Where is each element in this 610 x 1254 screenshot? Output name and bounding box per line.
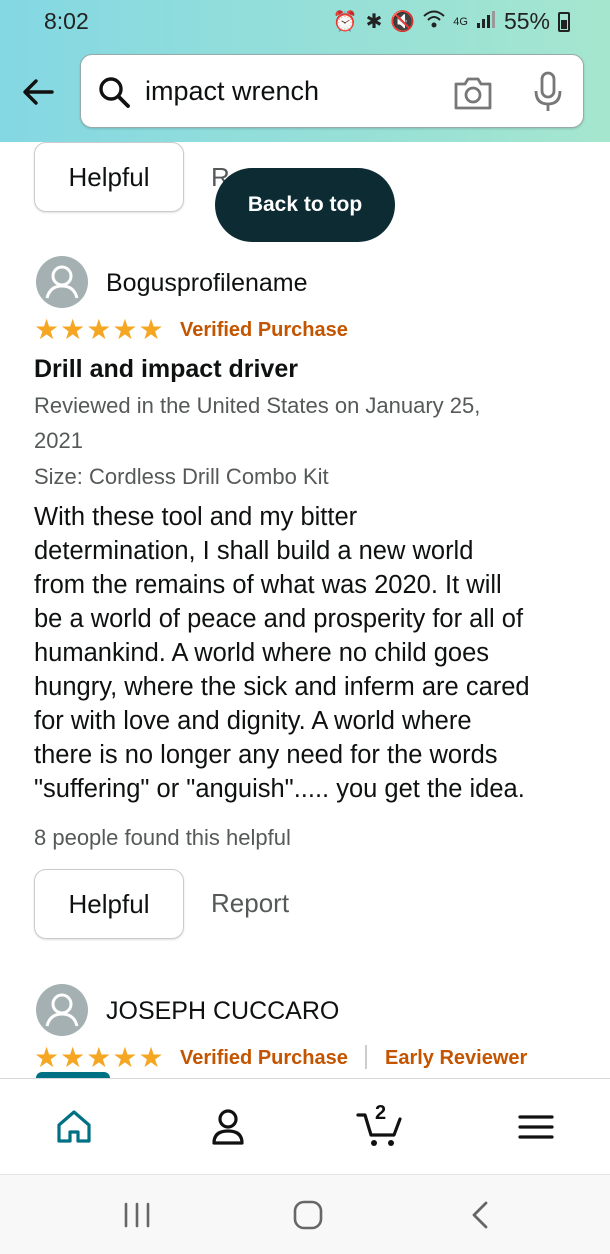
badge-divider (365, 1045, 367, 1069)
status-bar: 8:02 ⏰ ✱ 🔇 4G 55% (0, 0, 610, 44)
wifi-icon (423, 9, 445, 35)
account-icon[interactable] (204, 1103, 252, 1151)
battery-percent: 55% (503, 8, 550, 34)
back-system-icon[interactable] (466, 1199, 494, 1236)
review-title: Drill and impact driver (34, 355, 298, 383)
avatar (36, 984, 88, 1036)
home-icon[interactable] (50, 1103, 98, 1151)
search-input[interactable] (145, 71, 445, 111)
star-icon: ★ (112, 1042, 138, 1073)
verified-purchase-badge: Verified Purchase (180, 1047, 348, 1069)
search-bar[interactable] (80, 54, 584, 128)
star-icon: ★ (86, 1042, 112, 1073)
star-icon: ★ (112, 314, 138, 345)
avatar (36, 256, 88, 308)
star-icon: ★ (138, 1042, 164, 1073)
star-icon: ★ (138, 314, 164, 345)
helpful-button-previous[interactable]: Helpful (34, 142, 184, 212)
camera-icon[interactable] (453, 75, 493, 111)
reviewer-name[interactable]: Bogusprofilename (106, 269, 308, 298)
review-size: Size: Cordless Drill Combo Kit (34, 464, 329, 489)
battery-icon (558, 11, 570, 32)
status-icons: ⏰ ✱ 🔇 4G 55% (333, 8, 570, 35)
home-system-icon[interactable] (292, 1199, 324, 1236)
star-icon: ★ (60, 1042, 86, 1073)
star-icon: ★ (34, 1042, 60, 1073)
cart-count-badge: 2 (375, 1102, 387, 1124)
star-icon: ★ (60, 314, 86, 345)
review-body: With these tool and my bitter determinat… (34, 503, 530, 803)
network-label: 4G (453, 15, 468, 28)
microphone-icon[interactable] (531, 71, 565, 113)
bottom-nav (0, 1078, 610, 1174)
back-to-top-button[interactable]: Back to top (215, 168, 395, 242)
user-icon (45, 993, 79, 1027)
bluetooth-icon: ✱ (365, 11, 383, 33)
verified-purchase-badge: Verified Purchase (180, 319, 348, 341)
menu-icon[interactable] (512, 1103, 560, 1151)
system-navigation-bar (0, 1174, 610, 1254)
report-link[interactable]: Report (211, 888, 289, 919)
star-rating: ★ ★ ★ ★ ★ (34, 316, 164, 344)
back-arrow-icon[interactable] (18, 72, 58, 112)
star-rating: ★ ★ ★ ★ ★ (34, 1044, 164, 1072)
review-date: Reviewed in the United States on January… (34, 393, 481, 453)
alarm-icon: ⏰ (332, 11, 358, 33)
reviews-list: Helpful R Back to top Bogusprofilename ★… (0, 142, 610, 1078)
user-icon (45, 265, 79, 299)
recent-apps-icon[interactable] (122, 1201, 152, 1234)
star-icon: ★ (34, 314, 60, 345)
app-header: 8:02 ⏰ ✱ 🔇 4G 55% (0, 0, 610, 142)
mute-icon: 🔇 (390, 11, 416, 33)
helpful-button[interactable]: Helpful (34, 869, 184, 939)
amazon-review-page: 8:02 ⏰ ✱ 🔇 4G 55% impact wrench Helpful … (0, 0, 610, 1254)
search-icon (97, 75, 131, 109)
early-reviewer-badge: Early Reviewer (385, 1047, 528, 1069)
star-icon: ★ (86, 314, 112, 345)
status-time: 8:02 (44, 8, 89, 34)
helpful-count: 8 people found this helpful (34, 825, 291, 850)
reviewer-name[interactable]: JOSEPH CUCCARO (106, 997, 339, 1026)
signal-icon (476, 9, 496, 35)
